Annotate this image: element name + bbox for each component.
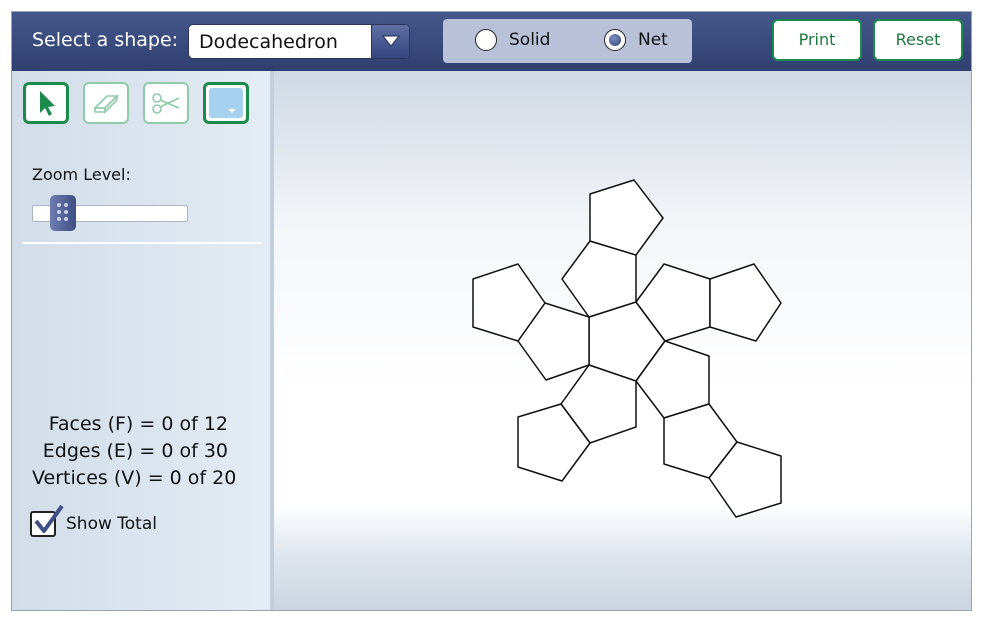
faces-count: Faces (F) = 0 of 12: [48, 413, 228, 435]
shape-dropdown-value: Dodecahedron: [199, 31, 338, 53]
radio-net-label: Net: [638, 30, 668, 50]
zoom-level-label: Zoom Level:: [32, 165, 131, 184]
counts-panel: Faces (F) = 0 of 12 Edges (E) = 0 of 30 …: [32, 411, 237, 492]
eraser-tool-button[interactable]: [83, 82, 129, 124]
net-face: [709, 263, 782, 342]
dodecahedron-net[interactable]: [274, 71, 972, 611]
net-canvas[interactable]: [274, 71, 972, 611]
sidebar: Zoom Level: Faces (F) = 0 of 12 Edges (E…: [12, 71, 274, 610]
print-button[interactable]: Print: [772, 19, 862, 61]
radio-net-circle[interactable]: [604, 29, 626, 51]
eraser-icon: [93, 94, 119, 114]
cursor-arrow-icon: [40, 91, 55, 116]
chevron-down-icon: [382, 35, 400, 47]
net-face: [589, 179, 664, 256]
scissors-icon: [152, 93, 180, 114]
zoom-slider-thumb[interactable]: [50, 195, 76, 231]
dropdown-arrow-button[interactable]: [371, 25, 409, 58]
select-tool-button[interactable]: [23, 82, 69, 124]
view-toggle-group: Solid Net: [443, 19, 692, 63]
select-shape-label: Select a shape:: [32, 29, 179, 51]
top-bar: Select a shape: Dodecahedron Solid Net P…: [12, 12, 971, 71]
radio-selected-dot: [609, 34, 621, 46]
vertices-count: Vertices (V) = 0 of 20: [32, 467, 237, 489]
shape-dropdown[interactable]: Dodecahedron: [188, 24, 410, 59]
reset-button[interactable]: Reset: [873, 19, 963, 61]
color-picker-button[interactable]: [203, 82, 249, 124]
color-dropdown-icon: [209, 88, 243, 118]
sidebar-divider: [22, 242, 262, 244]
scissors-tool-button[interactable]: [143, 82, 189, 124]
radio-solid-label: Solid: [509, 30, 551, 50]
show-total-label: Show Total: [66, 514, 157, 534]
radio-solid-circle[interactable]: [475, 29, 497, 51]
edges-count: Edges (E) = 0 of 30: [42, 440, 228, 462]
app-window: Select a shape: Dodecahedron Solid Net P…: [11, 11, 972, 611]
checkmark-icon: [34, 504, 64, 533]
